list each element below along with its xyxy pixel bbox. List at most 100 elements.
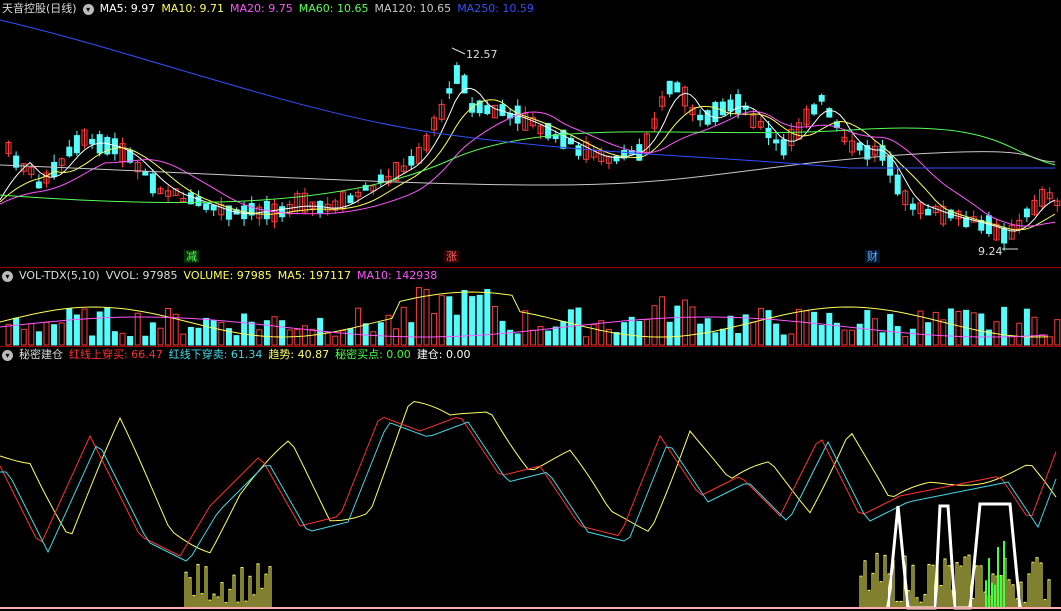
volume-bar [233,335,240,346]
candle [89,138,96,145]
candle [51,161,58,177]
candle [826,108,833,118]
indicator-bar [1015,598,1019,609]
ma120-label: MA120: 10.65 [374,2,452,15]
volume-bar [1046,336,1053,346]
volume-bar [583,336,590,346]
candle [613,155,620,162]
price-panel[interactable]: 12.57 9.24 天音控股(日线) ▾ MA5: 9.97 MA10: 9.7… [0,0,1061,267]
volume-title: VOL-TDX(5,10) [19,269,100,282]
volume-bar [484,289,491,346]
candle [461,75,468,94]
red-line [0,416,1057,557]
volume-bar [598,320,605,346]
volume-bar [902,335,909,346]
indicator-bar [1039,562,1043,609]
indicator-bar [192,594,196,609]
indicator-bar [927,563,931,609]
price-chart[interactable]: 12.57 9.24 [0,0,1061,267]
volume-bar [833,322,840,346]
volume-bar [773,323,780,346]
indicator-header: ▾ 秘密建仓 红线上穿买: 66.47 红线下穿卖: 61.34 趋势: 40.… [2,347,477,363]
indicator-bar [867,589,871,609]
volume-bar [697,323,704,346]
volume-bar [279,320,286,346]
indicator-bar [240,567,244,609]
collapse-icon[interactable]: ▾ [2,270,13,282]
indicator-bar [975,565,979,609]
volume-bar [545,330,552,346]
indicator-bar [959,565,963,609]
candle [575,145,582,156]
ma250-label: MA250: 10.59 [457,2,534,15]
ma250-line [0,19,1055,169]
volume-bar [415,287,422,346]
volume-panel[interactable]: ▾ VOL-TDX(5,10) VVOL: 97985 VOLUME: 9798… [0,267,1061,346]
volume-bar [134,312,141,346]
candle [909,203,916,210]
secret-buy-bar [988,558,990,608]
volume-bar [552,326,559,346]
marker-rise[interactable]: 涨 [444,250,459,263]
volume-bar [1054,319,1061,346]
indicator-bar [1027,573,1031,609]
ma5-label: MA5: 9.97 [99,2,156,15]
indicator-bar [252,594,256,609]
volume-bar [195,327,202,346]
vvol-label: VVOL: 97985 [105,269,178,282]
volume-bar [256,329,263,346]
volume-bar [370,331,377,346]
volume-bar [1016,322,1023,346]
indicator-bar [248,575,252,609]
red-line-label: 红线上穿买: 66.47 [69,348,163,361]
price-header: 天音控股(日线) ▾ MA5: 9.97 MA10: 9.71 MA20: 9.… [2,1,540,17]
cyan-line [0,421,1057,562]
indicator-bar [859,575,863,609]
build-label: 建仓: 0.00 [416,348,471,361]
volume-bar [575,307,582,346]
volume-bar [51,324,58,346]
candle [727,99,734,112]
volume-bar [894,326,901,346]
volume-bar [104,307,111,346]
volume-bar [590,323,597,346]
secret-buy-bar [994,584,996,608]
secret-buy-bar [1000,575,1002,608]
candle [73,135,80,154]
volume-bar [909,328,916,346]
candle [210,204,217,211]
candle [203,203,210,210]
candle [484,105,491,115]
marker-wealth[interactable]: 财 [865,250,880,263]
volume-bar [757,307,764,346]
volume-bar [446,296,453,346]
volume-bar [119,332,126,346]
vol-ma5-label: MA5: 197117 [277,269,352,282]
indicator-bar [256,563,260,609]
indicator-bar [184,571,188,609]
candle [697,114,704,121]
trend-label: 趋势: 40.87 [268,348,330,361]
collapse-icon[interactable]: ▾ [82,3,94,15]
candle [1023,208,1030,218]
volume-bar [96,311,103,346]
volume-bar [431,312,438,346]
candle [712,102,719,123]
indicator-bar [1035,557,1039,609]
volume-bar [1039,334,1046,346]
marker-reduce[interactable]: 减 [184,250,199,263]
volume-bar [689,306,696,346]
indicator-bar [939,584,943,609]
volume-bar [35,331,42,346]
secret-buy-bar [997,546,999,608]
volume-bar [628,316,635,346]
indicator-panel[interactable]: ▾ 秘密建仓 红线上穿买: 66.47 红线下穿卖: 61.34 趋势: 40.… [0,346,1061,611]
volume-bar [1031,316,1038,346]
volume-bar [210,320,217,346]
indicator-chart[interactable] [0,346,1061,611]
volume-bar [514,333,521,346]
indicator-bar [268,566,272,609]
volume-bar [332,335,339,346]
secret-buy-bar [991,582,993,608]
collapse-icon[interactable]: ▾ [2,349,13,361]
